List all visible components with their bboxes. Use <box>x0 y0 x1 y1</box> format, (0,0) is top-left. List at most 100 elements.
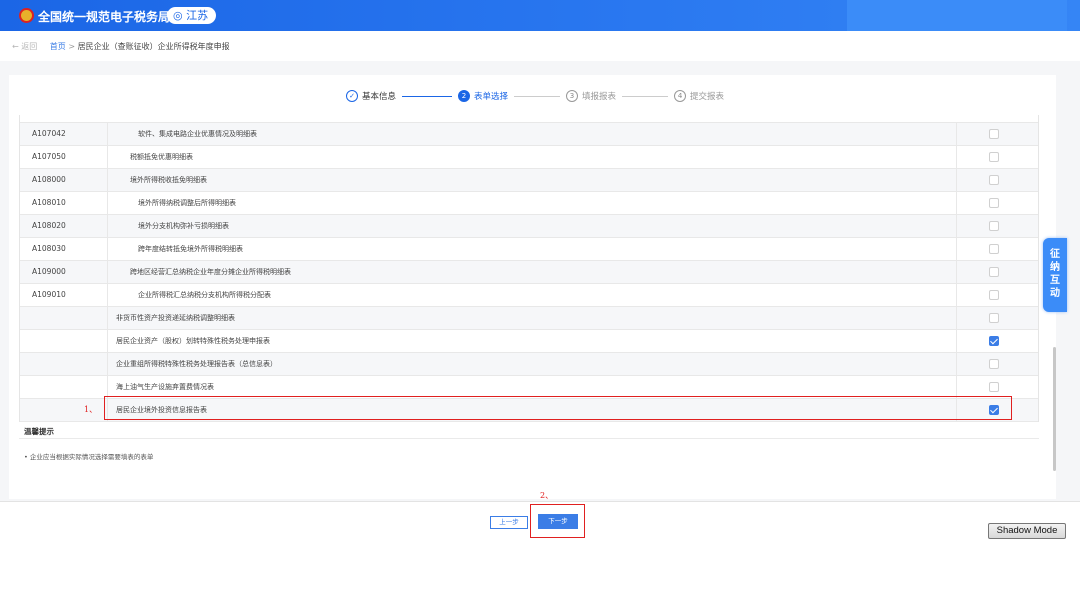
side-tab-char: 动 <box>1050 288 1060 299</box>
cell-divider <box>956 192 957 214</box>
cell-divider <box>956 238 957 260</box>
side-tab-char: 征 <box>1050 249 1060 260</box>
back-link[interactable]: ← 返回 <box>12 42 37 51</box>
breadcrumb: ← 返回 首页 > 居民企业（查账征收）企业所得税年度申报 <box>12 41 230 52</box>
top-header-bar: 全国统一规范电子税务局 ◎ 江苏 <box>0 0 1080 31</box>
shadow-mode-button[interactable]: Shadow Mode <box>988 523 1066 539</box>
table-row: A107042 软件、集成电路企业优惠情况及明细表 <box>20 123 1038 146</box>
form-select-checkbox[interactable] <box>989 175 999 185</box>
cell-divider <box>107 215 108 237</box>
form-select-checkbox[interactable] <box>989 359 999 369</box>
scrollbar-thumb[interactable] <box>1053 347 1056 471</box>
form-select-checkbox[interactable] <box>989 382 999 392</box>
site-title[interactable]: 全国统一规范电子税务局 <box>38 8 170 25</box>
cell-divider <box>107 330 108 352</box>
tips-item: • 企业应当根据实际情况选择需要填表的表单 <box>24 453 154 461</box>
progress-steps: ✓ 基本信息 2 表单选择 3 填报报表 4 提交报表 <box>346 90 724 102</box>
cell-divider <box>107 123 108 145</box>
step-number: 3 <box>566 90 579 102</box>
form-select-checkbox[interactable] <box>989 267 999 277</box>
form-select-table: A107042 软件、集成电路企业优惠情况及明细表 A107050 税额抵免优惠明细表… <box>19 115 1039 422</box>
form-name: 境外分支机构弥补亏损明细表 <box>138 222 229 230</box>
step-submit-reports[interactable]: 4 提交报表 <box>674 90 724 102</box>
highlight-box-row <box>104 396 1012 420</box>
form-select-checkbox[interactable] <box>989 129 999 139</box>
cell-divider <box>956 169 957 191</box>
step-fill-reports[interactable]: 3 填报报表 <box>566 90 616 102</box>
prev-step-button[interactable]: 上一步 <box>490 516 528 529</box>
interaction-side-tab[interactable]: 征 纳 互 动 <box>1043 238 1067 312</box>
table-row: A109010 企业所得税汇总纳税分支机构所得税分配表 <box>20 284 1038 307</box>
form-name: 跨年度结转抵免境外所得税明细表 <box>138 245 243 253</box>
breadcrumb-current: 居民企业（查账征收）企业所得税年度申报 <box>77 42 230 51</box>
region-selector[interactable]: ◎ 江苏 <box>167 7 217 24</box>
form-code: A108000 <box>32 175 66 184</box>
form-name: 居民企业资产（股权）划转特殊性税务处理申报表 <box>116 337 270 345</box>
form-code: A107042 <box>32 129 66 138</box>
tips-title: 温馨提示 <box>24 427 54 436</box>
form-name: 跨地区经营汇总纳税企业年度分摊企业所得税明细表 <box>130 268 291 276</box>
annotation-marker-2: 2、 <box>540 491 554 500</box>
form-name: 企业重组所得税特殊性税务处理报告表（总信息表） <box>116 360 277 368</box>
cell-divider <box>956 123 957 145</box>
table-row: 居民企业资产（股权）划转特殊性税务处理申报表 <box>20 330 1038 353</box>
step-number: 4 <box>674 90 687 102</box>
cell-divider <box>107 261 108 283</box>
cell-divider <box>107 238 108 260</box>
cell-divider <box>107 192 108 214</box>
step-check-icon: ✓ <box>346 90 358 102</box>
table-row: A108000 境外所得税收抵免明细表 <box>20 169 1038 192</box>
form-select-checkbox[interactable] <box>989 290 999 300</box>
form-name: 税额抵免优惠明细表 <box>130 153 193 161</box>
cell-divider <box>107 307 108 329</box>
cell-divider <box>956 307 957 329</box>
cell-divider <box>956 353 957 375</box>
cell-divider <box>107 376 108 398</box>
tax-emblem-icon <box>19 8 34 23</box>
form-code: A108010 <box>32 198 66 207</box>
step-connector <box>402 95 453 97</box>
step-number: 2 <box>458 90 471 102</box>
header-right-area <box>847 0 1067 31</box>
table-row: A108020 境外分支机构弥补亏损明细表 <box>20 215 1038 238</box>
step-label: 填报报表 <box>582 92 617 102</box>
form-code: A109000 <box>32 267 66 276</box>
form-select-checkbox[interactable] <box>989 221 999 231</box>
cell-divider <box>956 261 957 283</box>
table-row-partial <box>20 115 1038 123</box>
form-code: A109010 <box>32 290 66 299</box>
form-select-checkbox[interactable] <box>989 313 999 323</box>
step-connector <box>622 95 669 97</box>
step-basic-info[interactable]: ✓ 基本信息 <box>346 90 396 102</box>
form-select-checkbox[interactable] <box>989 198 999 208</box>
form-name: 海上油气生产设施弃置费情况表 <box>116 383 214 391</box>
form-code: A107050 <box>32 152 66 161</box>
table-row: A108030 跨年度结转抵免境外所得税明细表 <box>20 238 1038 261</box>
table-row: 非货币性资产投资递延纳税调整明细表 <box>20 307 1038 330</box>
cell-divider <box>956 146 957 168</box>
next-step-button[interactable]: 下一步 <box>538 514 578 529</box>
form-select-checkbox[interactable] <box>989 152 999 162</box>
footer-divider <box>0 501 1080 502</box>
breadcrumb-home[interactable]: 首页 <box>50 42 66 51</box>
step-label: 基本信息 <box>362 92 397 102</box>
form-select-checkbox[interactable] <box>989 336 999 346</box>
cell-divider <box>107 169 108 191</box>
form-select-checkbox[interactable] <box>989 244 999 254</box>
form-name: 非货币性资产投资递延纳税调整明细表 <box>116 314 235 322</box>
step-form-select[interactable]: 2 表单选择 <box>458 90 508 102</box>
form-name: 境外所得纳税调整后所得明细表 <box>138 199 236 207</box>
cell-divider <box>956 376 957 398</box>
annotation-marker-1: 1、 <box>84 405 98 414</box>
step-label: 提交报表 <box>690 92 725 102</box>
table-row: A108010 境外所得纳税调整后所得明细表 <box>20 192 1038 215</box>
form-code: A108030 <box>32 244 66 253</box>
cell-divider <box>956 330 957 352</box>
cell-divider <box>107 146 108 168</box>
form-name: 境外所得税收抵免明细表 <box>130 176 207 184</box>
form-code: A108020 <box>32 221 66 230</box>
step-label: 表单选择 <box>474 92 509 102</box>
cell-divider <box>956 215 957 237</box>
side-tab-char: 互 <box>1050 275 1060 286</box>
step-connector <box>514 95 561 97</box>
